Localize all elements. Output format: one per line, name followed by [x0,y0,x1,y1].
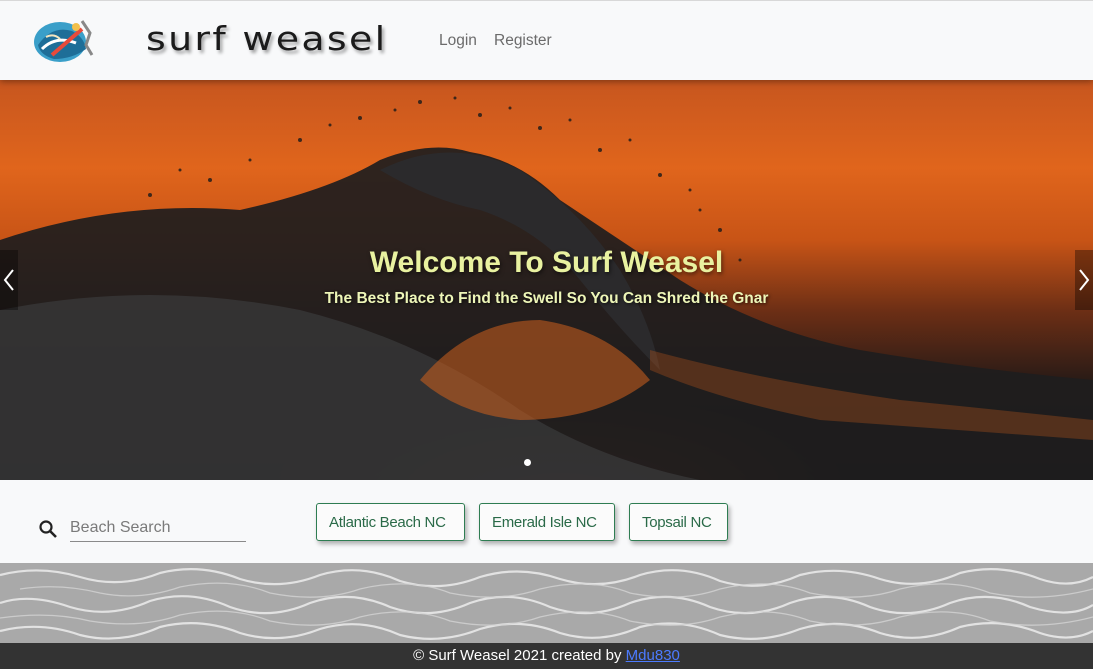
chevron-right-icon [1078,268,1090,292]
brand-title[interactable]: surf weasel [146,19,387,58]
carousel-next-button[interactable] [1075,250,1093,310]
beach-button-topsail[interactable]: Topsail NC [629,503,728,541]
hero-title: Welcome To Surf Weasel [369,246,724,279]
beach-button-emerald-isle[interactable]: Emerald Isle NC [479,503,615,541]
hero-carousel: Welcome To Surf Weasel The Best Place to… [0,80,1093,480]
carousel-prev-button[interactable] [0,250,18,310]
footer-text: © Surf Weasel 2021 created by [413,647,626,664]
chevron-left-icon [3,268,15,292]
carousel-indicator-dot[interactable] [524,459,531,466]
footer-author-link[interactable]: Mdu830 [626,647,680,664]
beach-search-input[interactable] [70,514,246,542]
water-texture-background [0,563,1093,643]
search-icon [38,519,58,539]
beach-search-bar: Atlantic Beach NC Emerald Isle NC Topsai… [0,480,1093,563]
footer: © Surf Weasel 2021 created by Mdu830 [0,643,1093,669]
hero-subtitle: The Best Place to Find the Swell So You … [324,290,769,307]
wave-background-image [0,96,1093,480]
nav-login-link[interactable]: Login [439,32,477,50]
top-navbar: surf weasel Login Register [0,0,1093,80]
beach-button-atlantic-beach[interactable]: Atlantic Beach NC [316,503,465,541]
surfer-logo-icon[interactable] [32,15,94,65]
nav-register-link[interactable]: Register [494,32,552,50]
